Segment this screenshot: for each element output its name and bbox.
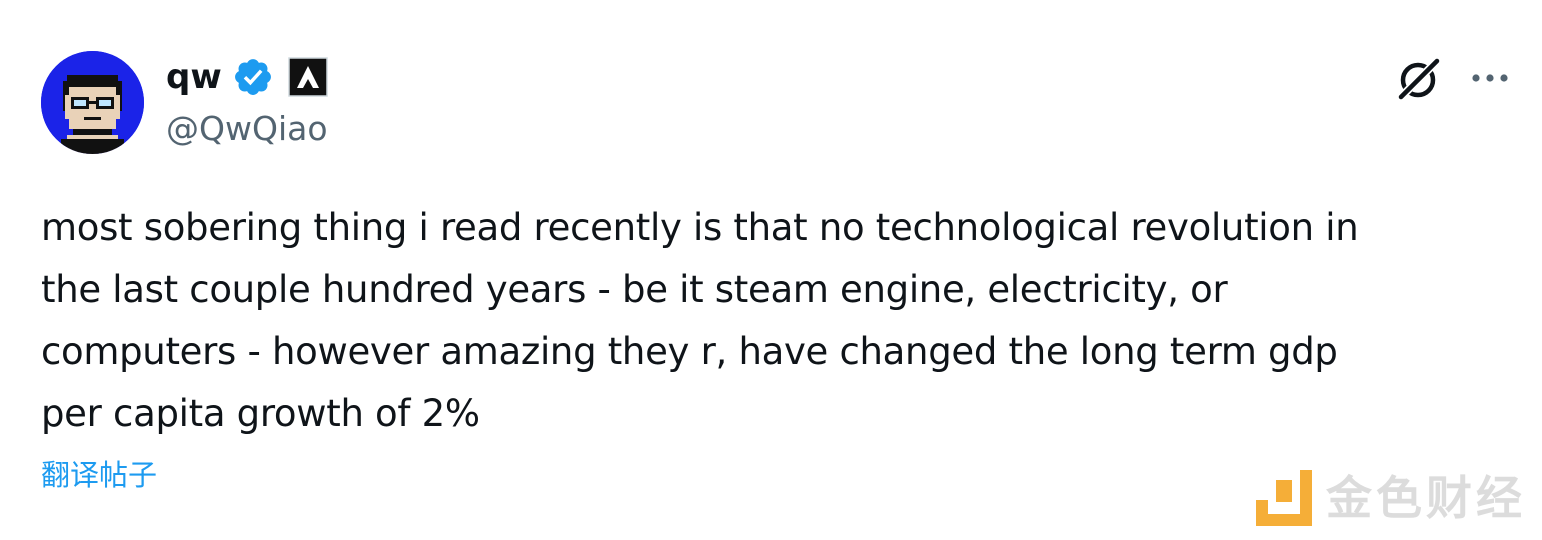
- grok-icon: [1397, 58, 1440, 101]
- tweet-text: most sobering thing i read recently is t…: [41, 197, 1501, 445]
- name-row: qw: [166, 52, 328, 102]
- jinse-logo-icon: [1256, 470, 1312, 526]
- more-dots-icon: [1472, 74, 1508, 82]
- tweet-card: qw @QwQiao most sobering thing i read re…: [0, 0, 1542, 540]
- display-name[interactable]: qw: [166, 52, 222, 102]
- grok-button[interactable]: [1394, 54, 1444, 104]
- more-options-button[interactable]: [1468, 60, 1512, 96]
- pixel-face-icon: [41, 51, 144, 154]
- watermark: 金色财经: [1256, 470, 1526, 526]
- author-block: qw @QwQiao: [166, 52, 328, 154]
- translate-post-link[interactable]: 翻译帖子: [41, 455, 157, 495]
- tweet-line: most sobering thing i read recently is t…: [41, 206, 1359, 249]
- user-handle[interactable]: @QwQiao: [166, 104, 328, 154]
- affiliate-badge-icon[interactable]: [288, 57, 328, 97]
- avatar[interactable]: [41, 51, 144, 154]
- tweet-line: the last couple hundred years - be it st…: [41, 268, 1228, 311]
- verified-badge-icon[interactable]: [232, 56, 274, 98]
- tweet-line: computers - however amazing they r, have…: [41, 330, 1338, 373]
- tweet-line: per capita growth of 2%: [41, 392, 480, 435]
- watermark-text: 金色财经: [1326, 471, 1526, 525]
